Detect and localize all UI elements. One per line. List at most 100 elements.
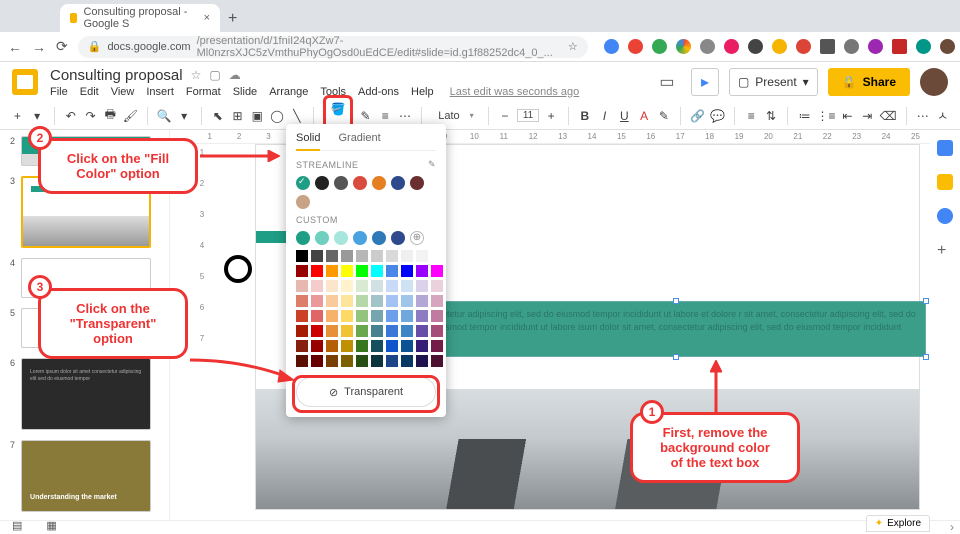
color-swatch[interactable]: [386, 250, 398, 262]
redo-button[interactable]: ↷: [83, 107, 98, 125]
print-button[interactable]: 🖶: [103, 107, 118, 125]
forward-button[interactable]: →: [32, 39, 46, 55]
reload-button[interactable]: ⟳: [56, 38, 68, 55]
ext-icon[interactable]: [628, 39, 643, 54]
add-custom-color-button[interactable]: ⊕: [410, 231, 424, 245]
font-family-select[interactable]: Lato: [431, 109, 478, 123]
comments-button[interactable]: ▭: [653, 68, 681, 96]
color-swatch[interactable]: [353, 231, 367, 245]
bookmark-star-icon[interactable]: ☆: [568, 40, 578, 53]
color-swatch[interactable]: [326, 340, 338, 352]
ext-icon[interactable]: [844, 39, 859, 54]
color-swatch[interactable]: [315, 176, 329, 190]
color-swatch[interactable]: [311, 265, 323, 277]
color-swatch[interactable]: [386, 265, 398, 277]
color-swatch[interactable]: [341, 340, 353, 352]
color-swatch[interactable]: [431, 310, 443, 322]
menu-insert[interactable]: Insert: [146, 86, 174, 98]
menu-addons[interactable]: Add-ons: [358, 86, 399, 98]
color-swatch[interactable]: [296, 340, 308, 352]
ext-icon[interactable]: [892, 39, 907, 54]
move-icon[interactable]: ▢: [209, 68, 220, 82]
color-swatch[interactable]: [296, 176, 310, 190]
color-swatch[interactable]: [311, 250, 323, 262]
font-size-input[interactable]: 11: [517, 109, 539, 122]
color-swatch[interactable]: [326, 265, 338, 277]
decrease-indent-button[interactable]: ⇤: [840, 107, 855, 125]
menu-help[interactable]: Help: [411, 86, 434, 98]
color-swatch[interactable]: [341, 325, 353, 337]
ext-icon[interactable]: [820, 39, 835, 54]
color-swatch[interactable]: [401, 265, 413, 277]
tasks-icon[interactable]: [937, 208, 953, 224]
numbered-list-button[interactable]: ≔: [797, 107, 812, 125]
clear-formatting-button[interactable]: ⌫: [880, 107, 897, 125]
textbox-tool-button[interactable]: ⊞: [230, 107, 245, 125]
color-swatch[interactable]: [296, 250, 308, 262]
color-swatch[interactable]: [401, 295, 413, 307]
color-swatch[interactable]: [341, 355, 353, 367]
zoom-button[interactable]: 🔍: [157, 107, 172, 125]
color-swatch[interactable]: [371, 295, 383, 307]
color-swatch[interactable]: [391, 231, 405, 245]
color-swatch[interactable]: [311, 295, 323, 307]
close-tab-icon[interactable]: ×: [204, 12, 210, 24]
color-swatch[interactable]: [326, 310, 338, 322]
color-swatch[interactable]: [326, 325, 338, 337]
back-button[interactable]: ←: [8, 39, 22, 55]
cloud-status-icon[interactable]: ☁: [229, 68, 241, 82]
chevron-down-icon[interactable]: ▾: [30, 107, 45, 125]
color-swatch[interactable]: [296, 195, 310, 209]
slide-thumb-7[interactable]: Understanding the market: [21, 440, 151, 512]
collapse-toolbar-button[interactable]: ㅅ: [935, 107, 950, 125]
color-swatch[interactable]: [296, 231, 310, 245]
chevron-down-icon[interactable]: ▾: [177, 107, 192, 125]
new-tab-button[interactable]: +: [228, 10, 237, 28]
menu-arrange[interactable]: Arrange: [269, 86, 308, 98]
color-swatch[interactable]: [431, 325, 443, 337]
menu-view[interactable]: View: [111, 86, 135, 98]
color-swatch[interactable]: [431, 250, 443, 262]
color-swatch[interactable]: [326, 280, 338, 292]
color-swatch[interactable]: [401, 310, 413, 322]
color-swatch[interactable]: [334, 176, 348, 190]
star-icon[interactable]: ☆: [191, 68, 202, 82]
ext-icon[interactable]: [916, 39, 931, 54]
color-swatch[interactable]: [341, 250, 353, 262]
selected-text-box[interactable]: sectetur adipiscing elit, sed do eiusmod…: [426, 301, 926, 357]
ext-icon[interactable]: [868, 39, 883, 54]
font-size-decrease[interactable]: −: [498, 107, 513, 125]
line-tool-button[interactable]: ╲: [289, 107, 304, 125]
filmstrip-view-icon[interactable]: ▤: [12, 519, 22, 532]
color-swatch[interactable]: [372, 231, 386, 245]
more-button[interactable]: ⋯: [915, 107, 930, 125]
last-edit-link[interactable]: Last edit was seconds ago: [450, 86, 580, 98]
color-swatch[interactable]: [356, 280, 368, 292]
color-swatch[interactable]: [371, 265, 383, 277]
keep-icon[interactable]: [937, 174, 953, 190]
highlight-button[interactable]: ✎: [657, 107, 672, 125]
underline-button[interactable]: U: [617, 107, 632, 125]
color-swatch[interactable]: [341, 280, 353, 292]
color-swatch[interactable]: [356, 355, 368, 367]
color-swatch[interactable]: [416, 325, 428, 337]
color-swatch[interactable]: [401, 280, 413, 292]
google-slides-logo-icon[interactable]: [12, 69, 38, 95]
color-swatch[interactable]: [356, 295, 368, 307]
color-swatch[interactable]: [416, 355, 428, 367]
increase-indent-button[interactable]: ⇥: [860, 107, 875, 125]
color-swatch[interactable]: [371, 355, 383, 367]
color-swatch[interactable]: [391, 176, 405, 190]
color-swatch[interactable]: [431, 280, 443, 292]
color-swatch[interactable]: [386, 325, 398, 337]
border-weight-button[interactable]: ≡: [378, 107, 393, 125]
ext-icon[interactable]: [724, 39, 739, 54]
document-title[interactable]: Consulting proposal: [50, 67, 183, 84]
account-avatar[interactable]: [920, 68, 948, 96]
profile-avatar-icon[interactable]: [940, 39, 955, 54]
menu-format[interactable]: Format: [186, 86, 221, 98]
add-addon-icon[interactable]: +: [937, 242, 953, 258]
tab-solid[interactable]: Solid: [296, 132, 320, 151]
color-swatch[interactable]: [386, 310, 398, 322]
ext-icon[interactable]: [700, 39, 715, 54]
